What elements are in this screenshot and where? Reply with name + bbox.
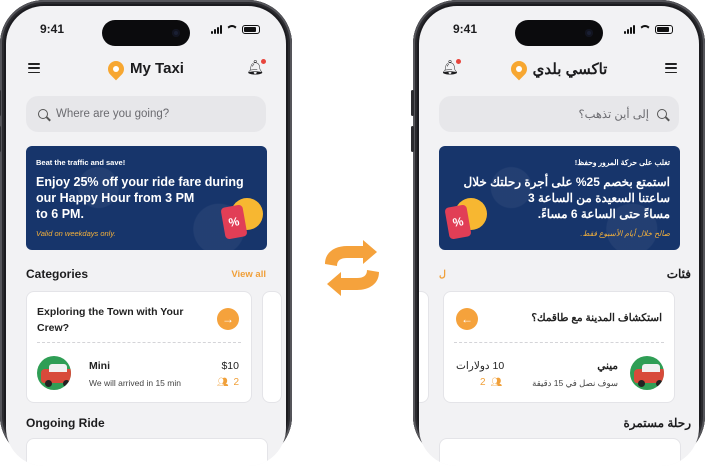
car-eta: سوف نصل في 15 دقيقة xyxy=(532,378,618,388)
search-input[interactable]: إلى أين تذهب؟ xyxy=(439,96,679,132)
banner-headline-line: to 6 PM. xyxy=(36,207,84,221)
ongoing-ride-card[interactable] xyxy=(26,438,268,466)
seat-count: 2 👥︎ xyxy=(480,377,502,388)
car-price: 10 دولارات xyxy=(456,360,505,372)
banner-note: صالح خلال أيام الأسبوع فقط. xyxy=(580,229,670,238)
card-question-line: Crew? xyxy=(37,322,70,334)
seat-number: 2 xyxy=(480,377,486,388)
app-header: My Taxi 🔔︎ xyxy=(6,54,286,84)
volume-button xyxy=(411,90,414,116)
categories-title: فئات xyxy=(666,267,691,281)
screen-arabic: 9:41 🔔︎ تاكسي بلدي إلى أين تذهب؟ تغلب عل… xyxy=(419,6,699,466)
volume-button xyxy=(411,126,414,152)
people-icon: 👥︎ xyxy=(490,377,502,387)
pin-logo-icon xyxy=(104,57,128,80)
wifi-icon xyxy=(226,24,238,34)
search-placeholder: إلى أين تذهب؟ xyxy=(578,109,649,121)
view-all-link[interactable]: ل xyxy=(439,269,446,280)
phone-english: 9:41 My Taxi 🔔︎ Where are you going? Bea… xyxy=(0,0,292,466)
banner-headline-line: our Happy Hour from 3 PM xyxy=(36,191,195,205)
screen-english: 9:41 My Taxi 🔔︎ Where are you going? Bea… xyxy=(6,6,286,466)
arrow-icon[interactable]: → xyxy=(217,308,239,330)
ongoing-title: Ongoing Ride xyxy=(26,416,105,430)
phone-arabic: 9:41 🔔︎ تاكسي بلدي إلى أين تذهب؟ تغلب عل… xyxy=(411,0,705,466)
category-card[interactable]: ← استكشاف المدينة مع طاقمك؟ ميني سوف نصل… xyxy=(443,291,675,403)
status-time: 9:41 xyxy=(453,22,478,36)
car-name: ميني xyxy=(597,360,618,372)
banner-kicker: تغلب على حركة المرور وحفظ! xyxy=(574,158,670,167)
category-card[interactable]: Exploring the Town with Your Crew? → Min… xyxy=(26,291,252,403)
car-name: Mini xyxy=(89,360,110,372)
view-all-link[interactable]: View all xyxy=(231,269,266,280)
app-brand: My Taxi xyxy=(6,57,286,80)
divider xyxy=(37,342,241,343)
search-input[interactable]: Where are you going? xyxy=(26,96,266,132)
banner-headline: استمتع بخصم 25% على أجرة رحلتك خلال ساعت… xyxy=(464,174,671,222)
banner-note: Valid on weekdays only. xyxy=(36,229,116,238)
card-question-line: Exploring the Town with Your xyxy=(37,306,184,318)
banner-headline-line: Enjoy 25% off your ride fare during xyxy=(36,175,244,189)
next-card-peek[interactable] xyxy=(419,291,429,403)
signal-icon xyxy=(211,24,222,34)
car-avatar xyxy=(37,356,71,390)
banner-headline: Enjoy 25% off your ride fare during our … xyxy=(36,174,244,222)
banner-headline-line: استمتع بخصم 25% على أجرة رحلتك خلال xyxy=(463,175,671,189)
seat-count: 👥︎ 2 xyxy=(217,377,239,388)
divider xyxy=(454,342,664,343)
search-icon xyxy=(38,109,48,119)
discount-tag-icon: % xyxy=(444,198,487,240)
card-question: Exploring the Town with Your Crew? xyxy=(37,304,183,336)
volume-button xyxy=(0,90,1,116)
arrow-icon[interactable]: ← xyxy=(456,308,478,330)
hamburger-icon[interactable] xyxy=(665,63,677,74)
pin-logo-icon xyxy=(507,57,530,81)
bell-icon[interactable]: 🔔︎ xyxy=(246,59,266,74)
discount-tag-icon: % xyxy=(220,198,263,240)
battery-icon xyxy=(242,24,260,34)
banner-kicker: Beat the traffic and save! xyxy=(36,158,126,167)
next-card-peek[interactable] xyxy=(262,291,282,403)
signal-icon xyxy=(624,24,635,34)
seat-number: 2 xyxy=(233,377,239,388)
search-placeholder: Where are you going? xyxy=(56,108,170,120)
app-title: My Taxi xyxy=(130,60,184,77)
status-bar: 9:41 xyxy=(419,22,699,42)
ongoing-title: رحلة مستمرة xyxy=(623,416,691,430)
promo-banner[interactable]: Beat the traffic and save! Enjoy 25% off… xyxy=(26,146,267,250)
wifi-icon xyxy=(639,24,651,34)
banner-headline-line: مساءً حتى الساعة 6 مساءً. xyxy=(537,207,670,221)
car-avatar xyxy=(630,356,664,390)
status-bar: 9:41 xyxy=(6,22,286,42)
battery-icon xyxy=(655,24,673,34)
banner-headline-line: ساعتنا السعيدة من الساعة 3 xyxy=(528,191,670,205)
volume-button xyxy=(0,126,1,152)
status-time: 9:41 xyxy=(40,22,65,36)
app-brand: تاكسي بلدي xyxy=(419,57,699,81)
search-icon xyxy=(657,109,667,119)
promo-banner[interactable]: تغلب على حركة المرور وحفظ! استمتع بخصم 2… xyxy=(439,146,680,250)
car-eta: We will arrived in 15 min xyxy=(89,378,181,388)
swap-icon xyxy=(325,240,379,296)
categories-title: Categories xyxy=(26,267,89,281)
app-header: 🔔︎ تاكسي بلدي xyxy=(419,54,699,84)
card-question: استكشاف المدينة مع طاقمك؟ xyxy=(531,312,662,324)
ongoing-ride-card[interactable] xyxy=(439,438,681,466)
app-title: تاكسي بلدي xyxy=(532,61,608,78)
car-price: $10 xyxy=(221,360,239,372)
people-icon: 👥︎ xyxy=(217,377,229,387)
